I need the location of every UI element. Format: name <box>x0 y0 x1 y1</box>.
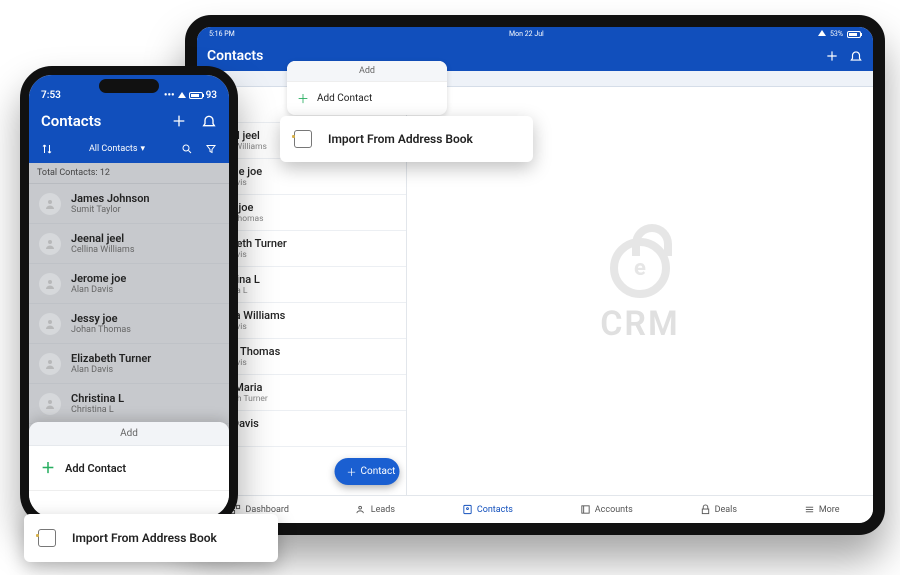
add-icon[interactable] <box>825 49 839 63</box>
nav-accounts-label: Accounts <box>595 505 633 515</box>
phone-frame: 7:53 ••• 93 Contacts All Contacts ▾ <box>20 66 238 526</box>
bell-icon[interactable] <box>201 113 217 129</box>
nav-accounts[interactable]: Accounts <box>580 504 633 515</box>
contact-name: Christina L <box>71 392 124 405</box>
tablet-statusbar-time: 5:16 PM <box>209 30 235 38</box>
signal-icon: ••• <box>164 90 175 101</box>
avatar <box>39 193 61 215</box>
bell-icon[interactable] <box>849 49 863 63</box>
list-item[interactable]: Christina LChristina L <box>29 384 229 424</box>
list-item[interactable]: James JohnsonSumit Taylor <box>29 184 229 224</box>
wifi-icon <box>178 90 186 101</box>
list-item[interactable]: Jeenal jeelCellina Williams <box>29 224 229 264</box>
nav-deals[interactable]: Deals <box>700 504 737 515</box>
nav-contacts-label: Contacts <box>477 505 513 515</box>
avatar <box>39 353 61 375</box>
popover-title: Add <box>287 61 447 81</box>
phone-statusbar-time: 7:53 <box>41 90 61 101</box>
nav-leads[interactable]: Leads <box>356 504 395 515</box>
nav-dashboard-label: Dashboard <box>245 505 289 515</box>
fab-add-contact[interactable]: ＋ Contact <box>335 458 400 485</box>
phone-total-bar: Total Contacts: 12 <box>29 163 229 184</box>
plus-icon: ＋ <box>41 458 55 478</box>
sheet-add-contact-label: Add Contact <box>65 462 126 475</box>
avatar <box>39 313 61 335</box>
nav-more[interactable]: More <box>804 504 840 515</box>
nav-contacts[interactable]: Contacts <box>462 504 513 515</box>
tablet-battery-label: 53% <box>830 30 843 38</box>
phone-import-label: Import From Address Book <box>72 531 217 545</box>
lock-icon: e <box>610 238 670 298</box>
contact-name: Elizabeth Turner <box>71 352 151 365</box>
avatar <box>39 233 61 255</box>
tablet-frame: 5:16 PM Mon 22 Jul 53% Contacts acts:1 J… <box>185 15 885 535</box>
plus-icon: ＋ <box>297 90 309 107</box>
contact-owner: Alan Davis <box>71 285 126 295</box>
contact-name: Jessy joe <box>71 312 131 325</box>
phone-sub-header: All Contacts ▾ <box>29 139 229 163</box>
phone-header: Contacts <box>29 103 229 139</box>
filter-icon[interactable] <box>205 143 217 155</box>
contact-owner: Christina L <box>71 405 124 415</box>
contact-owner: Johan Thomas <box>71 325 131 335</box>
avatar <box>39 393 61 415</box>
sheet-title: Add <box>29 422 229 446</box>
contact-name: James Johnson <box>71 192 150 205</box>
battery-icon <box>847 31 861 38</box>
list-item[interactable]: Jessy joeJohan Thomas <box>29 304 229 344</box>
phone-title: Contacts <box>41 112 101 130</box>
phone-notch <box>99 79 159 93</box>
list-item[interactable]: Jerome joeAlan Davis <box>29 264 229 304</box>
tablet-header-actions <box>825 49 863 63</box>
phone-import-address-book[interactable]: Import From Address Book <box>24 514 278 562</box>
tablet-import-label: Import From Address Book <box>328 132 473 146</box>
crm-logo-text: CRM <box>600 304 680 344</box>
address-book-icon <box>38 529 56 547</box>
crm-logo: e CRM <box>600 238 680 344</box>
nav-leads-label: Leads <box>371 505 395 515</box>
tablet-statusbar-date: Mon 22 Jul <box>509 30 544 38</box>
phone-battery-label: 93 <box>206 90 217 101</box>
tablet-bottom-nav: Dashboard Leads Contacts Accounts Deals … <box>197 495 873 523</box>
contact-owner: Alan Davis <box>71 365 151 375</box>
plus-icon: ＋ <box>347 464 357 479</box>
sort-icon[interactable] <box>41 143 53 155</box>
popover-add-contact-label: Add Contact <box>317 93 372 104</box>
tablet-add-popover: Add ＋ Add Contact <box>287 61 447 115</box>
contact-name: Jeenal jeel <box>71 232 134 245</box>
chevron-down-icon: ▾ <box>141 144 146 154</box>
list-item[interactable]: Elizabeth TurnerAlan Davis <box>29 344 229 384</box>
popover-add-contact[interactable]: ＋ Add Contact <box>287 81 447 115</box>
phone-add-sheet: Add ＋ Add Contact <box>29 422 229 517</box>
fab-label: Contact <box>361 466 396 477</box>
sheet-add-contact[interactable]: ＋ Add Contact <box>29 446 229 491</box>
nav-more-label: More <box>819 505 840 515</box>
tablet-statusbar: 5:16 PM Mon 22 Jul 53% <box>197 27 873 41</box>
phone-header-actions <box>171 113 217 129</box>
phone-filter-label: All Contacts <box>89 144 138 154</box>
tablet-title: Contacts <box>207 48 263 64</box>
add-icon[interactable] <box>171 113 187 129</box>
contact-owner: Sumit Taylor <box>71 205 150 215</box>
nav-deals-label: Deals <box>715 505 737 515</box>
battery-icon <box>189 92 203 99</box>
wifi-icon <box>818 30 826 38</box>
contact-name: Jerome joe <box>71 272 126 285</box>
avatar <box>39 273 61 295</box>
search-icon[interactable] <box>181 143 193 155</box>
filter-dropdown[interactable]: All Contacts ▾ <box>89 144 145 154</box>
phone-total-label: Total Contacts: 12 <box>37 168 110 178</box>
tablet-import-address-book[interactable]: Import From Address Book <box>280 116 533 162</box>
contact-owner: Cellina Williams <box>71 245 134 255</box>
address-book-icon <box>294 130 312 148</box>
